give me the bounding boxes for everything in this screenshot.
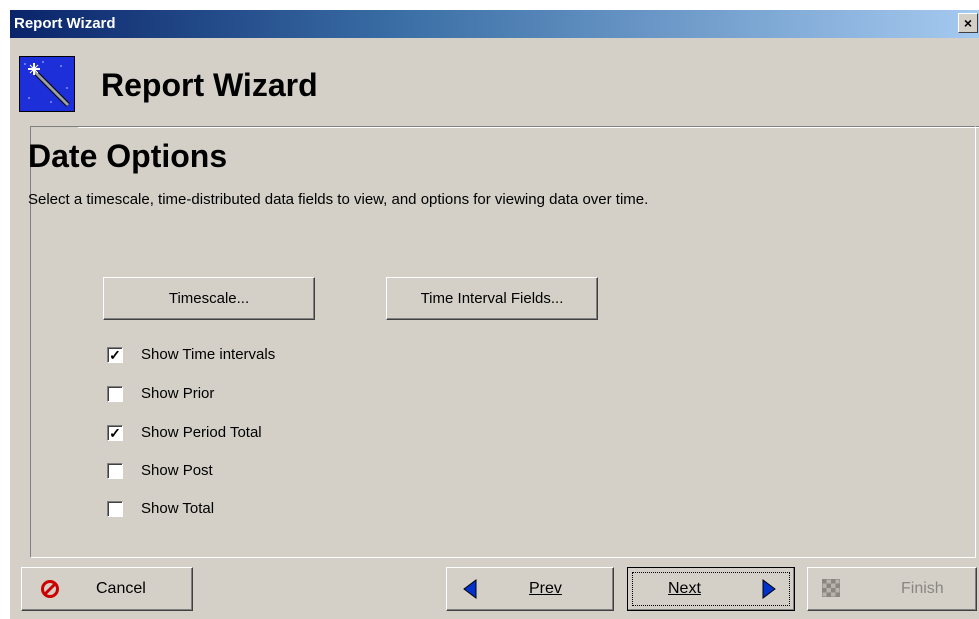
magic-wand-icon bbox=[19, 56, 75, 112]
show-period-total-label[interactable]: Show Period Total bbox=[141, 424, 262, 441]
time-interval-fields-button[interactable]: Time Interval Fields... bbox=[386, 277, 598, 320]
cancel-label: Cancel bbox=[96, 580, 146, 597]
close-icon[interactable]: × bbox=[964, 15, 972, 31]
check-icon: ✓ bbox=[109, 347, 121, 363]
close-button[interactable]: × bbox=[958, 13, 978, 33]
show-time-intervals-label[interactable]: Show Time intervals bbox=[141, 346, 275, 363]
wizard-heading: Report Wizard bbox=[101, 67, 318, 103]
report-wizard-window: Report Wizard × Report Wizard Date Optio… bbox=[9, 9, 979, 619]
check-icon: ✓ bbox=[109, 425, 121, 441]
show-total-label[interactable]: Show Total bbox=[141, 500, 214, 517]
page-title: Date Options bbox=[28, 138, 228, 174]
window-title: Report Wizard bbox=[14, 15, 116, 32]
cancel-button[interactable]: Cancel bbox=[21, 567, 193, 611]
next-label: Next bbox=[668, 580, 701, 597]
next-button[interactable]: Next bbox=[627, 567, 795, 611]
finish-label: Finish bbox=[901, 580, 944, 597]
show-prior-checkbox[interactable] bbox=[107, 386, 123, 402]
page-description: Select a timescale, time-distributed dat… bbox=[28, 191, 649, 208]
show-prior-label[interactable]: Show Prior bbox=[141, 385, 214, 402]
arrow-left-icon bbox=[463, 579, 477, 603]
show-period-total-checkbox[interactable]: ✓ bbox=[107, 425, 123, 441]
show-post-label[interactable]: Show Post bbox=[141, 462, 213, 479]
timescale-button[interactable]: Timescale... bbox=[103, 277, 315, 320]
checkered-flag-icon bbox=[821, 578, 841, 601]
prev-button[interactable]: Prev bbox=[446, 567, 614, 611]
cancel-icon bbox=[40, 579, 60, 603]
show-post-checkbox[interactable] bbox=[107, 463, 123, 479]
wizard-header: Report Wizard bbox=[10, 38, 979, 128]
arrow-right-icon bbox=[762, 579, 776, 603]
prev-label: Prev bbox=[529, 580, 562, 597]
show-total-checkbox[interactable] bbox=[107, 501, 123, 517]
finish-button[interactable]: Finish bbox=[807, 567, 977, 611]
title-bar[interactable]: Report Wizard × bbox=[10, 10, 979, 38]
show-time-intervals-checkbox[interactable]: ✓ bbox=[107, 347, 123, 363]
